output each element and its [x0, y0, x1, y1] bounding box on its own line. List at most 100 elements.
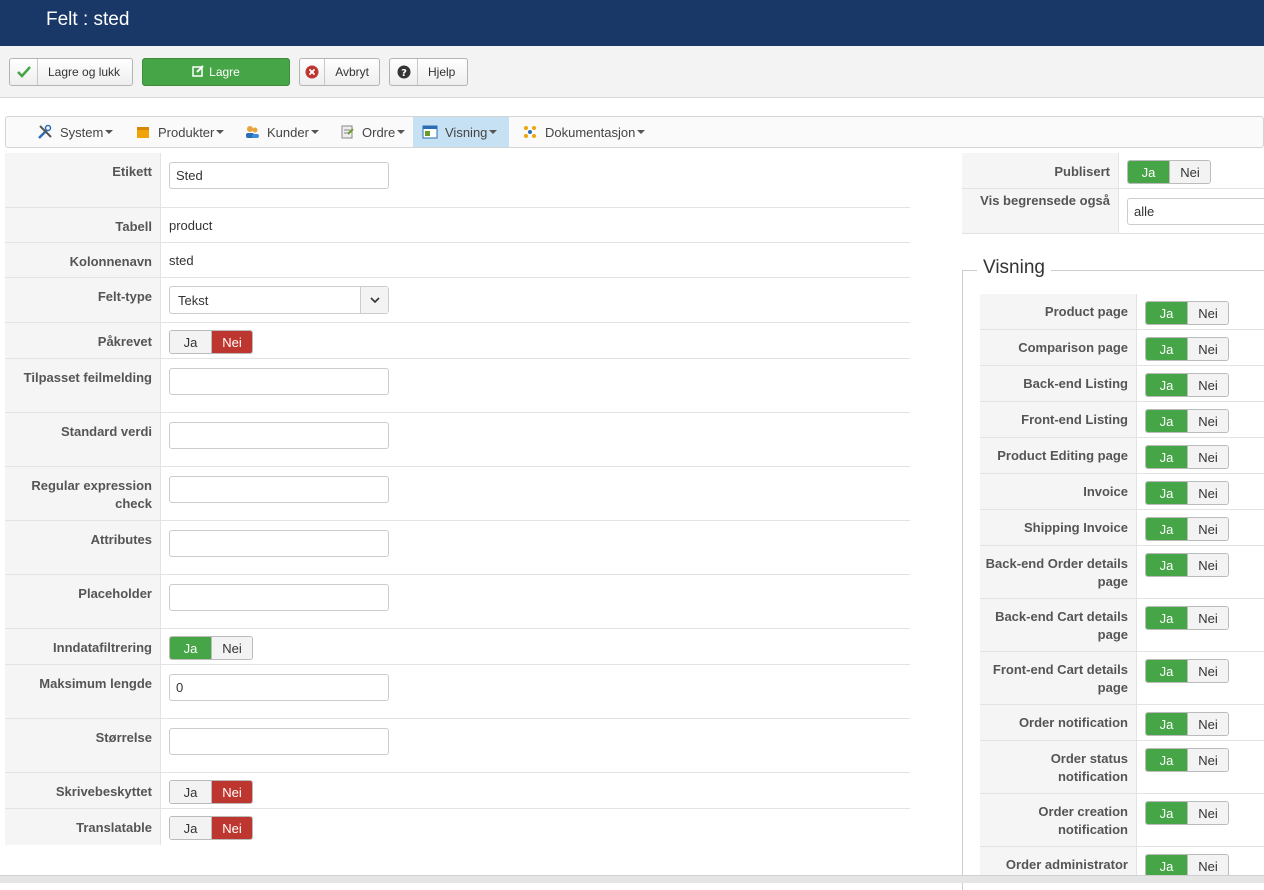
visning-no[interactable]: Nei	[1187, 713, 1228, 735]
pakrevet-no[interactable]: Nei	[211, 331, 252, 353]
cancel-button[interactable]: Avbryt	[299, 58, 380, 86]
placeholder-input[interactable]	[169, 584, 389, 611]
visning-yes[interactable]: Ja	[1146, 607, 1187, 629]
order-icon	[338, 124, 356, 140]
form-row-feilmelding: Tilpasset feilmelding	[5, 359, 910, 413]
translatable-yes[interactable]: Ja	[170, 817, 211, 839]
save-button[interactable]: Lagre	[142, 58, 290, 86]
visning-row-label: Shipping Invoice	[980, 510, 1137, 545]
visning-row: Invoice Ja Nei	[980, 474, 1264, 510]
visning-yes[interactable]: Ja	[1146, 302, 1187, 324]
maks-input[interactable]: 0	[169, 674, 389, 701]
visning-yes[interactable]: Ja	[1146, 713, 1187, 735]
visning-no[interactable]: Nei	[1187, 338, 1228, 360]
visning-toggle: Ja Nei	[1145, 712, 1229, 736]
menu-ordre[interactable]: Ordre	[330, 117, 413, 147]
visning-no[interactable]: Nei	[1187, 374, 1228, 396]
form-row-skrive: Skrivebeskyttet Ja Nei	[5, 773, 910, 809]
visning-no[interactable]: Nei	[1187, 855, 1228, 877]
chevron-down-icon	[360, 287, 388, 313]
visning-no[interactable]: Nei	[1187, 607, 1228, 629]
visning-row-label: Order notification	[980, 705, 1137, 740]
visning-no[interactable]: Nei	[1187, 554, 1228, 576]
standard-input[interactable]	[169, 422, 389, 449]
visning-toggle: Ja Nei	[1145, 445, 1229, 469]
visning-yes[interactable]: Ja	[1146, 749, 1187, 771]
attributes-input[interactable]	[169, 530, 389, 557]
form-row-pakrevet: Påkrevet Ja Nei	[5, 323, 910, 359]
visning-row-label: Back-end Order details page	[980, 546, 1137, 598]
menu-system[interactable]: System	[28, 117, 121, 147]
storrelse-input[interactable]	[169, 728, 389, 755]
menu-visning[interactable]: Visning	[413, 117, 509, 147]
visning-yes[interactable]: Ja	[1146, 338, 1187, 360]
publisert-yes[interactable]: Ja	[1128, 161, 1169, 183]
bottom-scroll-strip	[0, 875, 1264, 883]
visning-row-label: Product page	[980, 294, 1137, 329]
visning-toggle: Ja Nei	[1145, 553, 1229, 577]
form-row-regex: Regular expression check	[5, 467, 910, 521]
feilmelding-input[interactable]	[169, 368, 389, 395]
regex-input[interactable]	[169, 476, 389, 503]
form-row-kolonnenavn: Kolonnenavn sted	[5, 243, 910, 278]
visning-row: Product page Ja Nei	[980, 294, 1264, 330]
visning-no[interactable]: Nei	[1187, 660, 1228, 682]
visning-no[interactable]: Nei	[1187, 446, 1228, 468]
visning-yes[interactable]: Ja	[1146, 802, 1187, 824]
visning-row: Order notification Ja Nei	[980, 705, 1264, 741]
form-row-maks: Maksimum lengde 0	[5, 665, 910, 719]
visning-yes[interactable]: Ja	[1146, 855, 1187, 877]
visning-no[interactable]: Nei	[1187, 802, 1228, 824]
visning-yes[interactable]: Ja	[1146, 518, 1187, 540]
visning-row-label: Invoice	[980, 474, 1137, 509]
field-form: Etikett Sted Tabell product Kolonnenavn …	[5, 153, 910, 845]
visning-row: Product Editing page Ja Nei	[980, 438, 1264, 474]
filtrering-yes[interactable]: Ja	[170, 637, 211, 659]
visning-yes[interactable]: Ja	[1146, 482, 1187, 504]
visning-row: Order creation notification Ja Nei	[980, 794, 1264, 847]
publisert-no[interactable]: Nei	[1169, 161, 1210, 183]
visning-no[interactable]: Nei	[1187, 302, 1228, 324]
skrive-yes[interactable]: Ja	[170, 781, 211, 803]
edit-icon	[192, 64, 204, 80]
save-close-button[interactable]: Lagre og lukk	[9, 58, 133, 86]
visning-row-label: Product Editing page	[980, 438, 1137, 473]
felttype-select[interactable]: Tekst	[169, 286, 389, 314]
visning-yes[interactable]: Ja	[1146, 374, 1187, 396]
visning-row: Back-end Listing Ja Nei	[980, 366, 1264, 402]
visning-yes[interactable]: Ja	[1146, 410, 1187, 432]
visning-no[interactable]: Nei	[1187, 482, 1228, 504]
visning-no[interactable]: Nei	[1187, 749, 1228, 771]
visning-row: Front-end Listing Ja Nei	[980, 402, 1264, 438]
visning-toggle: Ja Nei	[1145, 409, 1229, 433]
users-icon	[243, 124, 261, 140]
visning-yes[interactable]: Ja	[1146, 446, 1187, 468]
etikett-input[interactable]: Sted	[169, 162, 389, 189]
tools-icon	[36, 124, 54, 140]
filtrering-no[interactable]: Nei	[211, 637, 252, 659]
visning-row: Back-end Order details page Ja Nei	[980, 546, 1264, 599]
visning-yes[interactable]: Ja	[1146, 554, 1187, 576]
visning-yes[interactable]: Ja	[1146, 660, 1187, 682]
menu-dokumentasjon[interactable]: Dokumentasjon	[513, 117, 653, 147]
visning-toggle: Ja Nei	[1145, 801, 1229, 825]
vis-begrensede-select[interactable]: alle	[1127, 198, 1264, 225]
pakrevet-yes[interactable]: Ja	[170, 331, 211, 353]
visning-row-label: Front-end Listing	[980, 402, 1137, 437]
form-row-filtrering: Inndatafiltrering Ja Nei	[5, 629, 910, 665]
main-menu: System Produkter Kunder Ordre Visning Do…	[5, 116, 1264, 148]
translatable-toggle: Ja Nei	[169, 816, 253, 840]
menu-produkter[interactable]: Produkter	[126, 117, 232, 147]
skrive-no[interactable]: Nei	[211, 781, 252, 803]
menu-kunder[interactable]: Kunder	[235, 117, 327, 147]
visning-row: Front-end Cart details page Ja Nei	[980, 652, 1264, 705]
form-row-tabell: Tabell product	[5, 208, 910, 243]
pakrevet-toggle: Ja Nei	[169, 330, 253, 354]
visning-toggle: Ja Nei	[1145, 481, 1229, 505]
translatable-no[interactable]: Nei	[211, 817, 252, 839]
visning-no[interactable]: Nei	[1187, 410, 1228, 432]
help-button[interactable]: ? Hjelp	[389, 58, 468, 86]
visning-no[interactable]: Nei	[1187, 518, 1228, 540]
visning-toggle: Ja Nei	[1145, 659, 1229, 683]
visning-toggle: Ja Nei	[1145, 337, 1229, 361]
